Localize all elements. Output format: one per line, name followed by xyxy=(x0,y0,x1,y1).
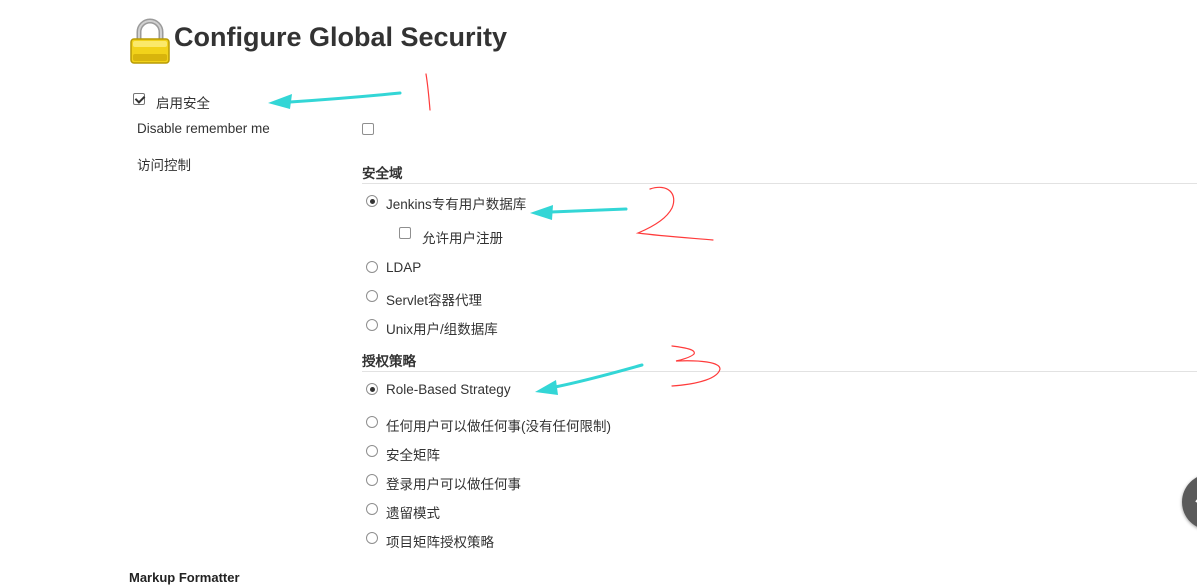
markup-formatter-heading: Markup Formatter xyxy=(129,570,240,585)
scroll-top-button[interactable] xyxy=(1182,474,1197,530)
auth-logged-in-radio[interactable] xyxy=(366,474,378,486)
allow-signup-checkbox[interactable] xyxy=(399,227,411,239)
realm-unix-label: Unix用户/组数据库 xyxy=(386,322,498,337)
auth-matrix-label: 安全矩阵 xyxy=(386,448,440,463)
auth-role-based-label: Role-Based Strategy xyxy=(386,382,511,397)
enable-security-label: 启用安全 xyxy=(156,96,210,111)
access-control-label: 访问控制 xyxy=(137,158,191,173)
step-3-mark xyxy=(671,345,721,387)
security-realm-heading: 安全域 xyxy=(362,166,403,181)
auth-legacy-label: 遗留模式 xyxy=(386,506,440,521)
auth-legacy-radio[interactable] xyxy=(366,503,378,515)
page-title: Configure Global Security xyxy=(174,22,508,52)
realm-jenkins-db-label: Jenkins专有用户数据库 xyxy=(386,197,527,212)
authorization-divider xyxy=(362,371,1197,372)
realm-unix-radio[interactable] xyxy=(366,319,378,331)
enable-security-checkbox[interactable] xyxy=(133,93,145,105)
auth-matrix-radio[interactable] xyxy=(366,445,378,457)
auth-project-matrix-radio[interactable] xyxy=(366,532,378,544)
authorization-heading: 授权策略 xyxy=(362,354,416,369)
arrow-icon xyxy=(268,91,402,109)
auth-role-based-radio[interactable] xyxy=(366,383,378,395)
auth-anyone-radio[interactable] xyxy=(366,416,378,428)
auth-anyone-label: 任何用户可以做任何事(没有任何限制) xyxy=(386,419,611,434)
realm-jenkins-db-radio[interactable] xyxy=(366,195,378,207)
step-1-mark xyxy=(425,73,431,111)
step-2-mark xyxy=(635,186,714,241)
realm-ldap-radio[interactable] xyxy=(366,261,378,273)
disable-remember-me-checkbox[interactable] xyxy=(362,123,374,135)
allow-signup-label: 允许用户注册 xyxy=(422,231,503,246)
arrow-icon xyxy=(535,363,644,395)
auth-logged-in-label: 登录用户可以做任何事 xyxy=(386,477,521,492)
realm-servlet-label: Servlet容器代理 xyxy=(386,293,483,308)
annotation-overlay xyxy=(268,73,721,395)
lock-icon xyxy=(128,18,172,64)
security-realm-divider xyxy=(362,183,1197,184)
realm-ldap-label: LDAP xyxy=(386,260,422,275)
disable-remember-me-label: Disable remember me xyxy=(137,121,270,136)
realm-servlet-radio[interactable] xyxy=(366,290,378,302)
arrow-icon xyxy=(530,205,628,220)
auth-project-matrix-label: 项目矩阵授权策略 xyxy=(386,535,494,550)
